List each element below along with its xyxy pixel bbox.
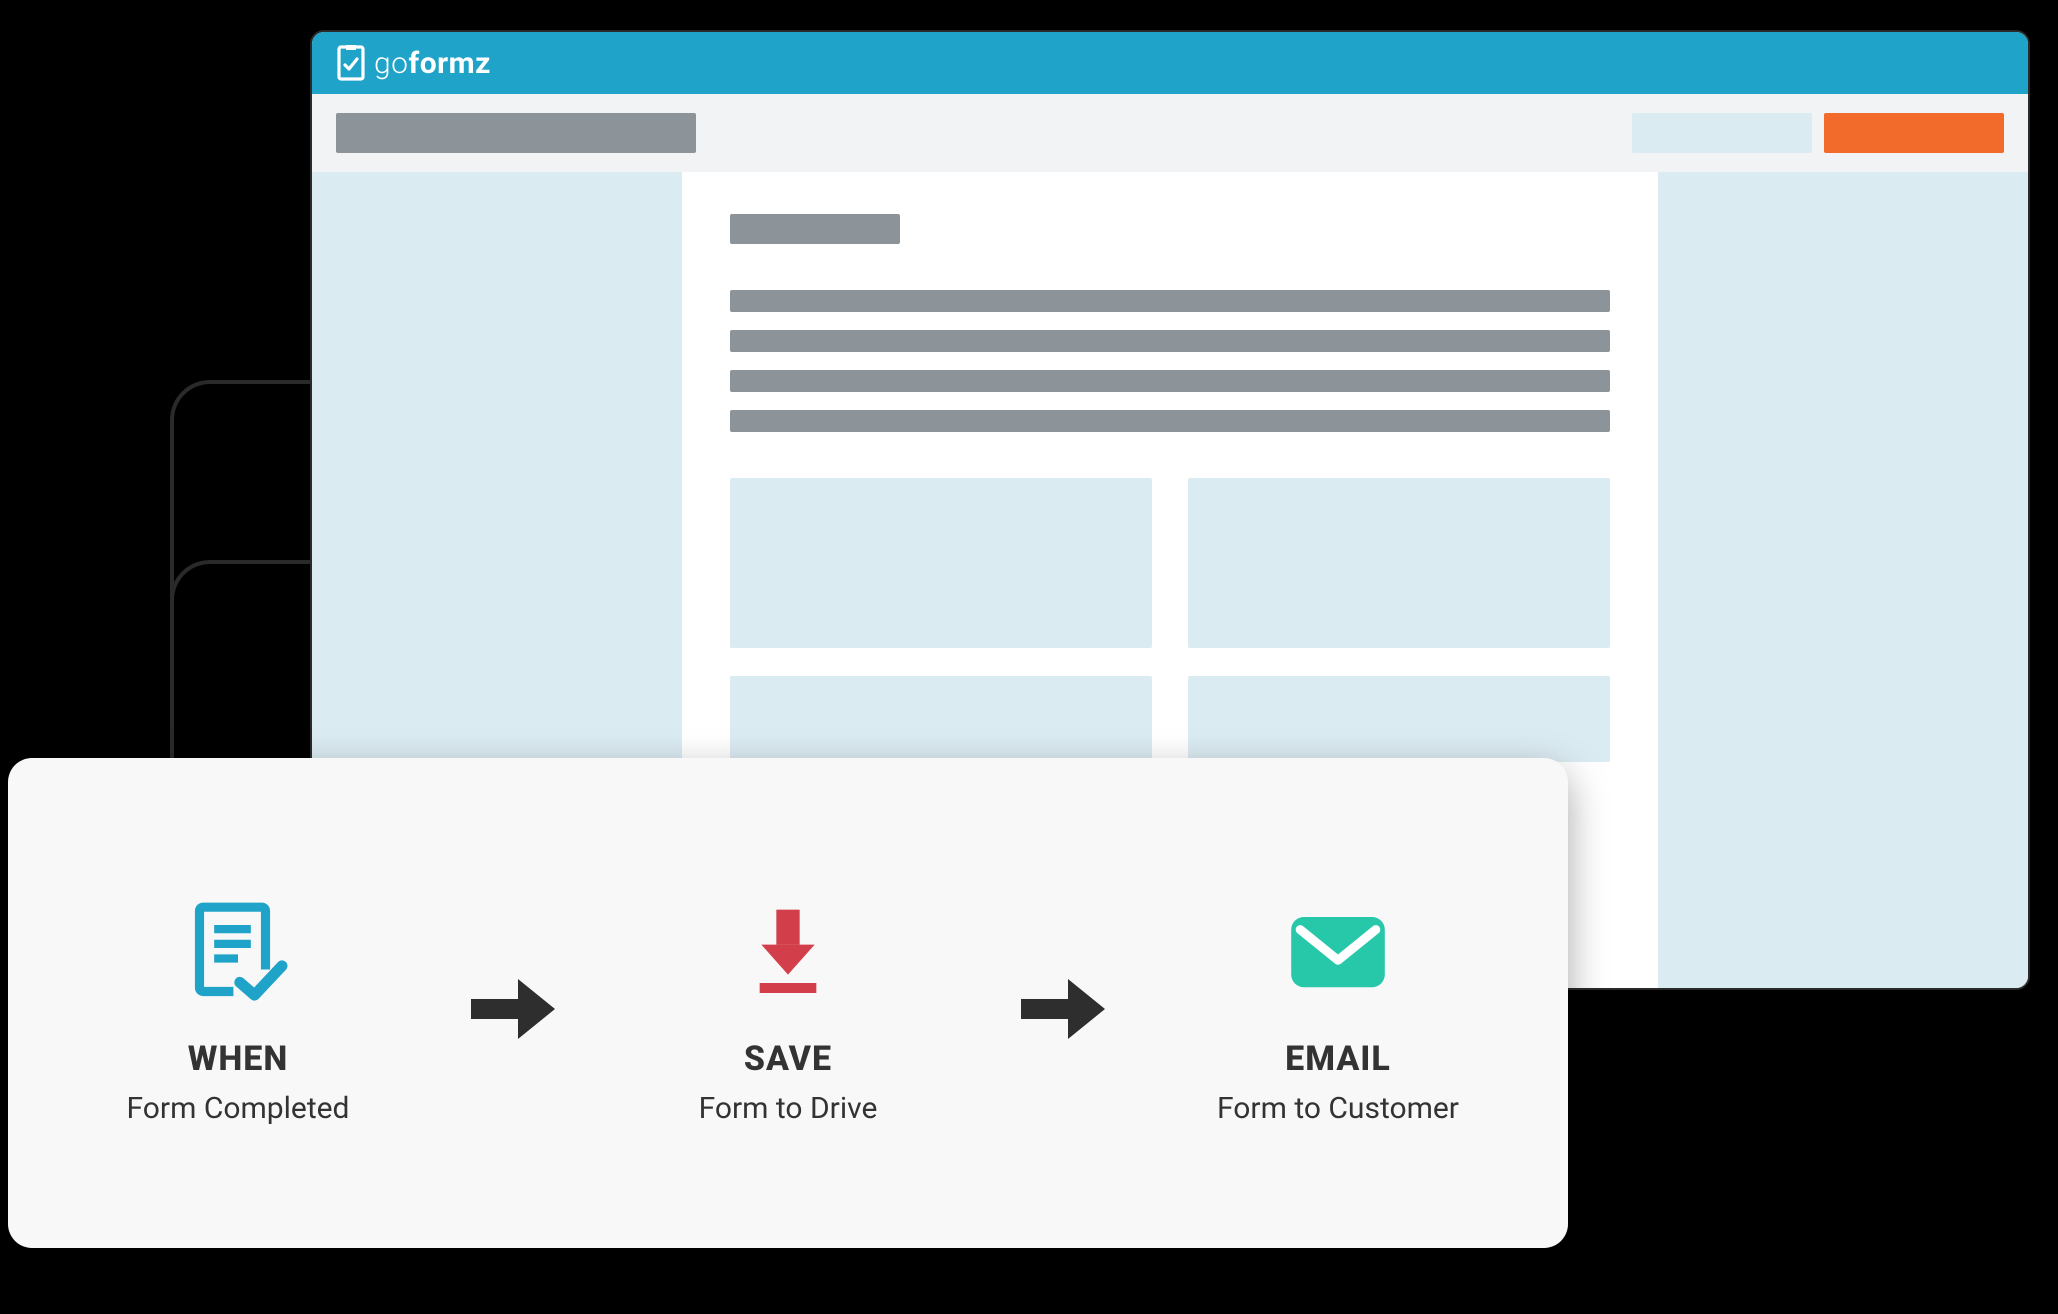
mail-icon — [1278, 893, 1398, 1013]
content-card — [730, 478, 1152, 648]
text-line-placeholder — [730, 370, 1610, 392]
automation-flow-card: WHEN Form Completed SAVE Form to Drive — [8, 758, 1568, 1248]
download-icon — [728, 893, 848, 1013]
flow-step-email: EMAIL Form to Customer — [1178, 893, 1498, 1126]
brand-name: goformz — [374, 46, 491, 81]
toolbar-title-placeholder — [336, 113, 696, 153]
brand-logo-icon — [336, 45, 366, 81]
arrow-right-icon — [458, 954, 568, 1064]
flow-step-title: SAVE — [744, 1039, 832, 1079]
flow-step-when: WHEN Form Completed — [78, 893, 398, 1126]
flow-step-title: WHEN — [188, 1039, 289, 1079]
app-titlebar: goformz — [312, 32, 2028, 94]
text-line-placeholder — [730, 290, 1610, 312]
content-card — [730, 676, 1152, 762]
content-title-placeholder — [730, 214, 900, 244]
toolbar-primary-button[interactable] — [1824, 113, 2004, 153]
flow-step-subtitle: Form Completed — [127, 1091, 350, 1126]
arrow-right-icon — [1008, 954, 1118, 1064]
content-card — [1188, 676, 1610, 762]
app-toolbar — [312, 94, 2028, 172]
app-sidebar-right — [1658, 172, 2028, 988]
toolbar-secondary-button[interactable] — [1632, 113, 1812, 153]
brand-name-suffix: formz — [408, 46, 490, 81]
flow-step-subtitle: Form to Drive — [699, 1091, 878, 1126]
content-paragraph — [730, 290, 1610, 432]
brand: goformz — [336, 45, 491, 81]
text-line-placeholder — [730, 330, 1610, 352]
flow-step-subtitle: Form to Customer — [1217, 1091, 1459, 1126]
form-check-icon — [178, 893, 298, 1013]
flow-step-save: SAVE Form to Drive — [628, 893, 948, 1126]
brand-name-prefix: go — [374, 46, 408, 81]
flow-step-title: EMAIL — [1285, 1039, 1391, 1079]
text-line-placeholder — [730, 410, 1610, 432]
content-card — [1188, 478, 1610, 648]
content-card-grid — [730, 478, 1610, 762]
